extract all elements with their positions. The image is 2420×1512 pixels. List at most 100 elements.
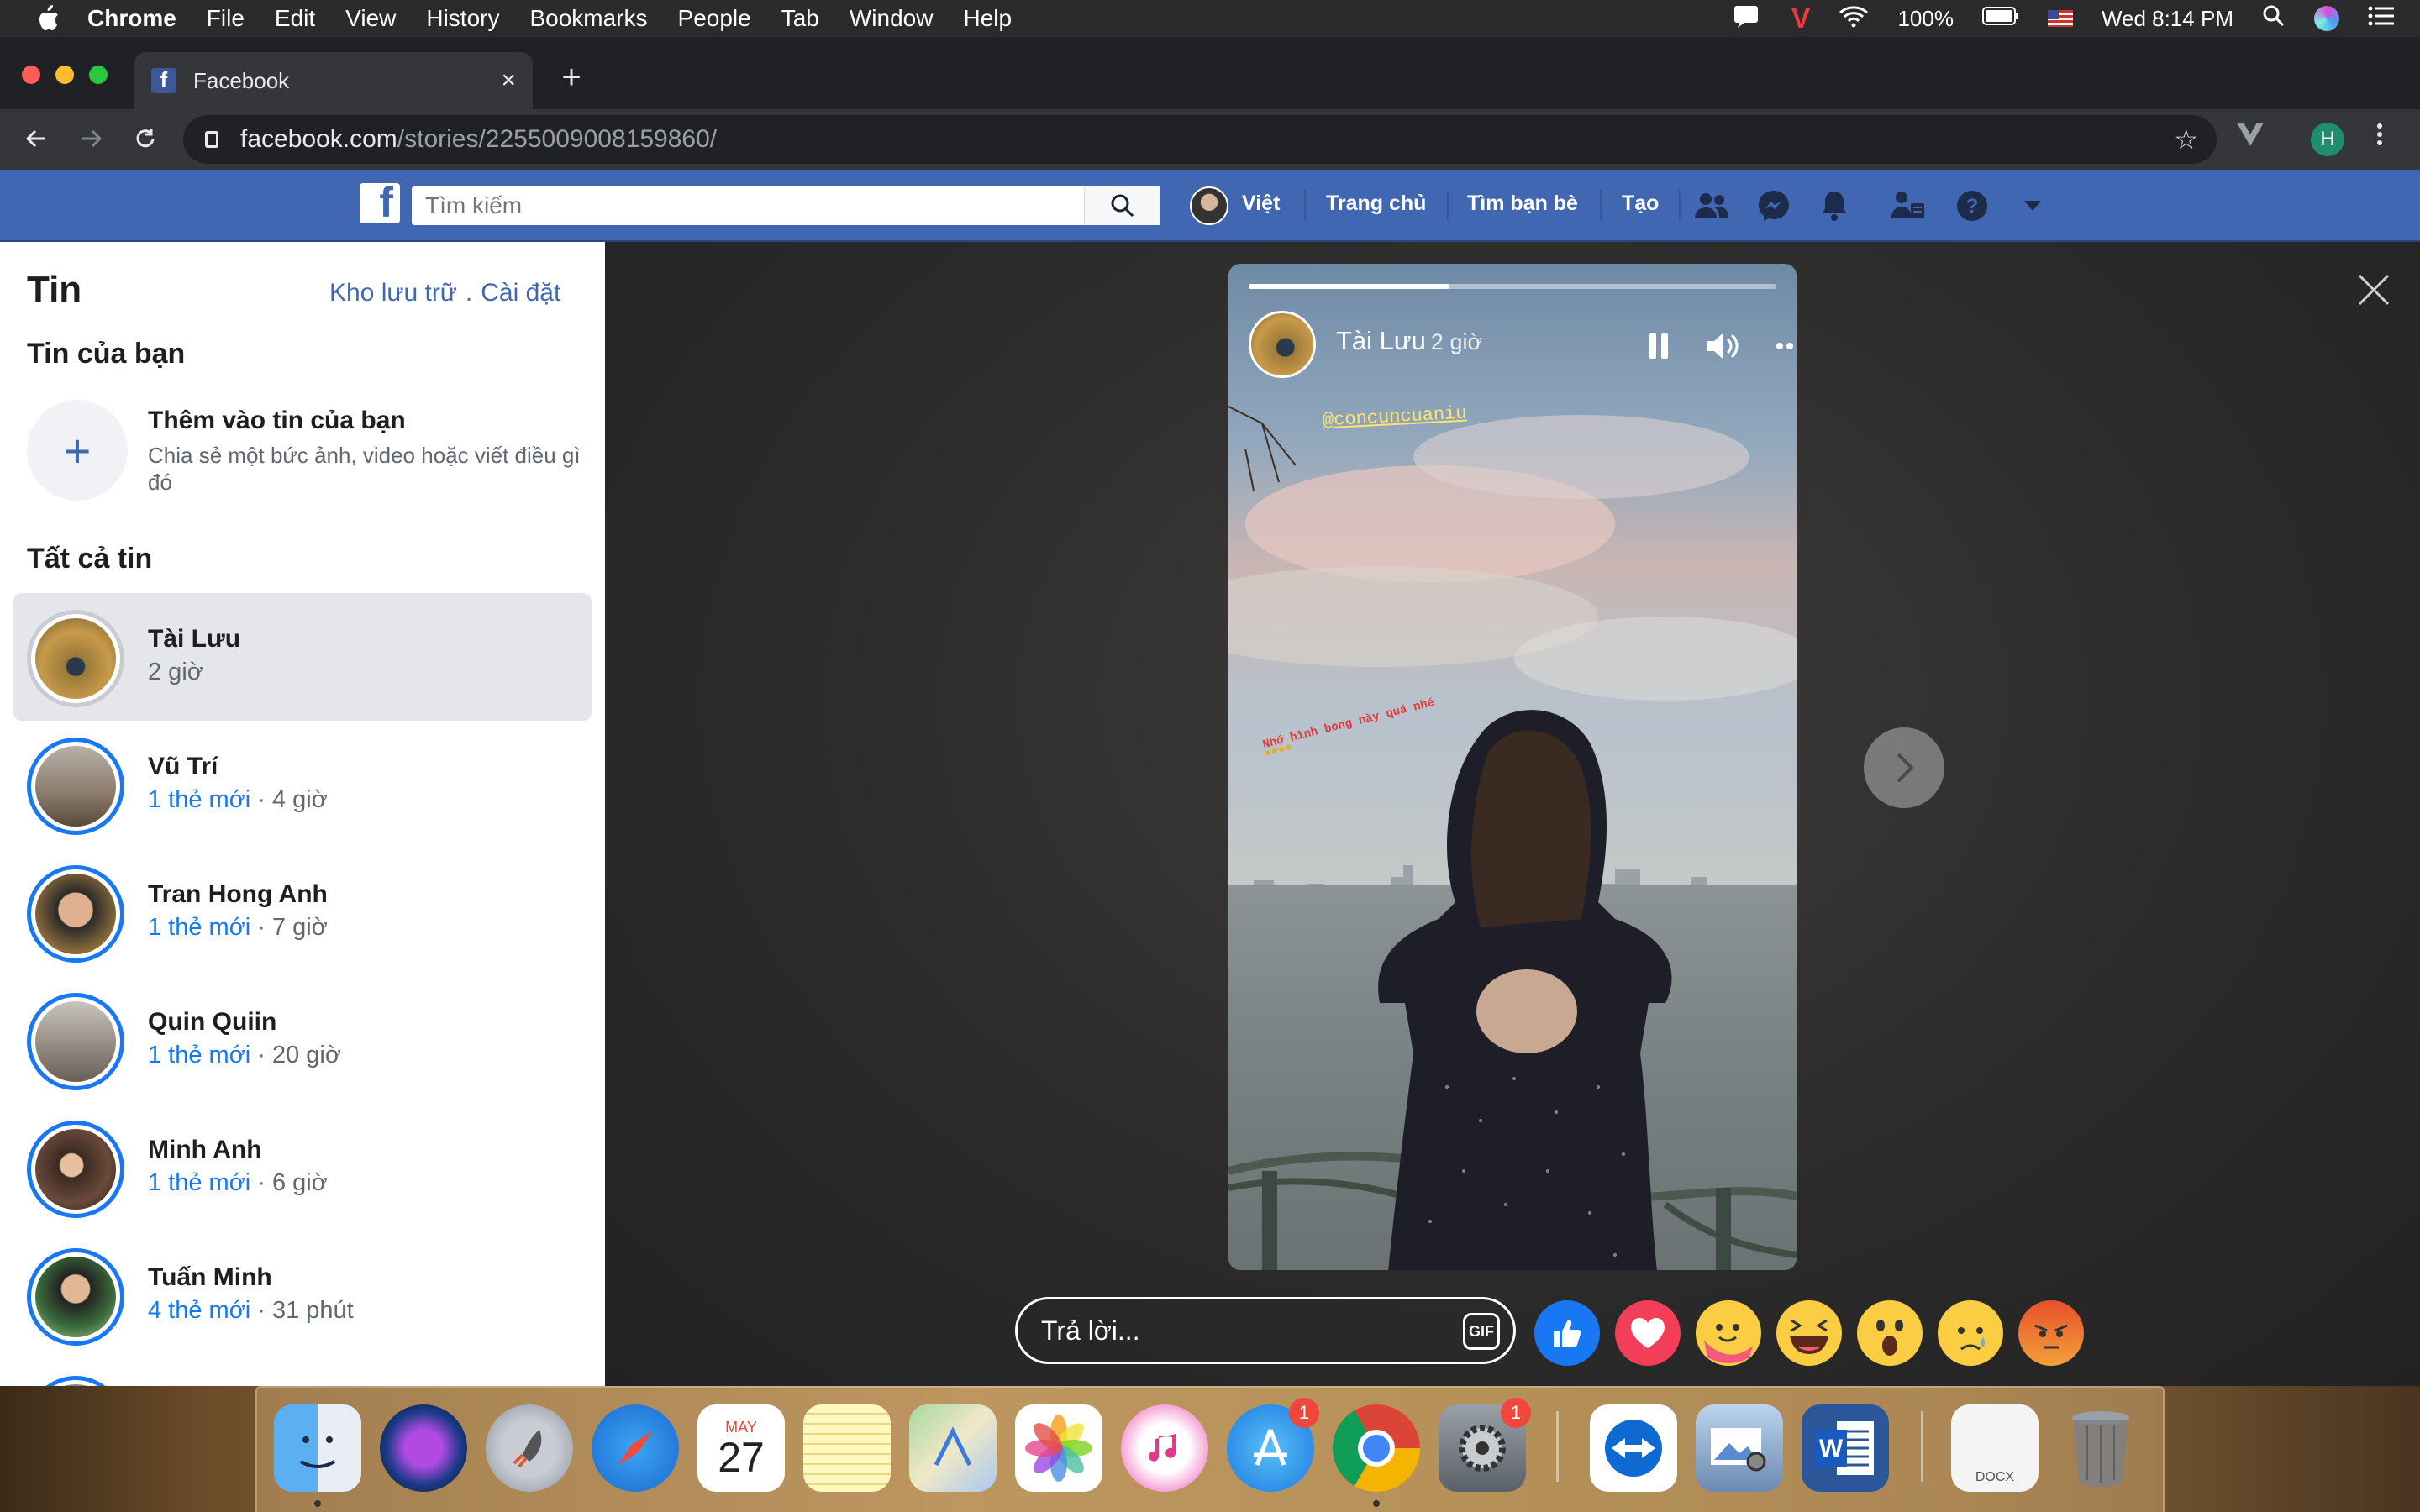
window-zoom-button[interactable] xyxy=(89,66,108,84)
profile-link[interactable]: Việt xyxy=(1242,192,1280,216)
tab-close-icon[interactable]: × xyxy=(501,66,516,95)
notes-icon[interactable] xyxy=(803,1404,891,1492)
trash-icon[interactable] xyxy=(2057,1404,2144,1492)
story-author-name: Vũ Trí xyxy=(148,753,218,780)
menu-bookmarks[interactable]: Bookmarks xyxy=(529,5,647,32)
haha-reaction[interactable] xyxy=(1776,1300,1842,1366)
menu-view[interactable]: View xyxy=(345,5,396,32)
menu-edit[interactable]: Edit xyxy=(275,5,315,32)
gif-button[interactable]: GIF xyxy=(1463,1313,1500,1350)
profile-avatar[interactable]: H xyxy=(2311,123,2344,156)
add-story-button[interactable]: + xyxy=(27,400,128,501)
search-button[interactable] xyxy=(1084,186,1160,225)
care-reaction[interactable] xyxy=(1696,1300,1761,1366)
bookmark-star-icon[interactable]: ☆ xyxy=(2174,123,2198,155)
story-author-name[interactable]: Tài Lưu xyxy=(1336,326,1426,355)
menu-tab[interactable]: Tab xyxy=(781,5,819,32)
quick-help-people-icon[interactable] xyxy=(1891,188,1926,223)
story-row-tran-hong-anh[interactable]: Tran Hong Anh 1 thẻ mới · 7 giờ xyxy=(13,848,592,976)
vivaldi-icon[interactable]: V xyxy=(1791,3,1811,35)
menu-window[interactable]: Window xyxy=(850,5,934,32)
story-row-vu-tri[interactable]: Vũ Trí 1 thẻ mới · 4 giờ xyxy=(13,721,592,848)
close-viewer-icon[interactable] xyxy=(2353,269,2395,311)
docx-file-icon[interactable]: DOCX xyxy=(1951,1404,2039,1492)
nav-divider xyxy=(1447,190,1449,220)
pause-icon[interactable] xyxy=(1639,328,1679,365)
launchpad-icon[interactable] xyxy=(486,1404,573,1492)
teamviewer-icon[interactable] xyxy=(1590,1404,1677,1492)
story-author[interactable]: Tài Lưu 2 giờ xyxy=(1336,326,1482,356)
story-author-name: Tran Hong Anh xyxy=(148,880,328,908)
menu-people[interactable]: People xyxy=(678,5,751,32)
sidebar-title: Tin xyxy=(27,269,82,310)
finder-icon[interactable] xyxy=(274,1404,361,1492)
like-reaction[interactable] xyxy=(1534,1300,1600,1366)
story-progress-bar xyxy=(1249,284,1776,289)
friend-requests-icon[interactable] xyxy=(1694,188,1729,223)
itunes-icon[interactable] xyxy=(1121,1404,1208,1492)
notifications-bell-icon[interactable] xyxy=(1817,188,1852,223)
menubar-clock[interactable]: Wed 8:14 PM xyxy=(2102,6,2233,32)
angry-reaction[interactable] xyxy=(2018,1300,2084,1366)
menu-help[interactable]: Help xyxy=(963,5,1012,32)
forward-icon[interactable] xyxy=(71,118,113,160)
us-flag-icon[interactable] xyxy=(2047,10,2073,27)
photos-icon[interactable] xyxy=(1015,1404,1102,1492)
maps-icon[interactable] xyxy=(909,1404,997,1492)
reload-icon[interactable] xyxy=(124,118,166,160)
chrome-dock-icon[interactable] xyxy=(1333,1404,1420,1492)
story-row-tuan-minh[interactable]: Tuấn Minh 4 thẻ mới · 31 phút xyxy=(13,1231,592,1359)
new-tab-button[interactable]: + xyxy=(555,59,588,97)
love-reaction[interactable] xyxy=(1615,1300,1681,1366)
menu-app-chrome[interactable]: Chrome xyxy=(87,5,176,32)
wifi-icon[interactable] xyxy=(1839,4,1869,34)
account-menu-chevron-icon[interactable] xyxy=(2015,188,2050,223)
siri-dock-icon[interactable] xyxy=(380,1404,467,1492)
more-options-icon[interactable] xyxy=(1770,328,1797,365)
window-close-button[interactable] xyxy=(22,66,40,84)
story-row-partial[interactable] xyxy=(13,1359,592,1386)
microsoft-word-icon[interactable]: W xyxy=(1802,1404,1889,1492)
story-row-tai-luu[interactable]: Tài Lưu 2 giờ xyxy=(13,593,592,721)
battery-icon[interactable] xyxy=(1981,6,2019,32)
calendar-icon[interactable]: MAY 27 xyxy=(697,1404,785,1492)
add-story-title[interactable]: Thêm vào tin của bạn xyxy=(148,407,406,435)
address-bar[interactable]: facebook.com/stories/2255009008159860/ ☆ xyxy=(183,115,2217,164)
nav-create[interactable]: Tạo xyxy=(1622,192,1659,216)
notification-center-icon[interactable] xyxy=(2368,5,2395,33)
preview-icon[interactable] xyxy=(1696,1404,1783,1492)
notification-icon[interactable] xyxy=(1733,4,1763,34)
sad-reaction[interactable] xyxy=(1938,1300,2003,1366)
chrome-menu-icon[interactable] xyxy=(2375,121,2385,155)
window-minimize-button[interactable] xyxy=(55,66,74,84)
help-icon[interactable]: ? xyxy=(1954,188,1990,223)
nav-home[interactable]: Trang chủ xyxy=(1326,192,1426,216)
spotlight-icon[interactable] xyxy=(2262,4,2286,34)
user-avatar[interactable] xyxy=(1190,186,1228,225)
search-input[interactable] xyxy=(412,187,1084,224)
link-separator: . xyxy=(465,279,473,307)
story-author-avatar[interactable] xyxy=(1249,311,1316,378)
siri-icon[interactable] xyxy=(2314,6,2339,31)
running-indicator xyxy=(1373,1500,1380,1507)
reply-input[interactable] xyxy=(1041,1315,1444,1347)
browser-tab-facebook[interactable]: f Facebook × xyxy=(134,52,533,109)
story-row-minh-anh[interactable]: Minh Anh 1 thẻ mới · 6 giờ xyxy=(13,1104,592,1231)
volume-icon[interactable] xyxy=(1704,328,1744,365)
vivaldi-extension-icon[interactable] xyxy=(2235,121,2265,155)
wow-reaction[interactable] xyxy=(1857,1300,1923,1366)
apple-menu-icon[interactable] xyxy=(34,3,62,34)
menu-history[interactable]: History xyxy=(426,5,499,32)
nav-find-friends[interactable]: Tìm bạn bè xyxy=(1467,192,1578,216)
story-row-quin-quiin[interactable]: Quin Quiin 1 thẻ mới · 20 giờ xyxy=(13,976,592,1104)
messenger-icon[interactable] xyxy=(1756,188,1791,223)
facebook-logo-icon[interactable]: f xyxy=(360,183,400,223)
settings-link[interactable]: Cài đặt xyxy=(481,279,560,307)
lock-icon[interactable] xyxy=(205,131,218,148)
back-icon[interactable] xyxy=(15,118,57,160)
menu-file[interactable]: File xyxy=(207,5,245,32)
next-story-button[interactable] xyxy=(1864,727,1944,808)
story-card[interactable]: @concuncuaniu Nhớ hình bóng này quá nhé … xyxy=(1228,264,1797,1270)
safari-icon[interactable] xyxy=(592,1404,679,1492)
archive-link[interactable]: Kho lưu trữ xyxy=(329,279,457,307)
